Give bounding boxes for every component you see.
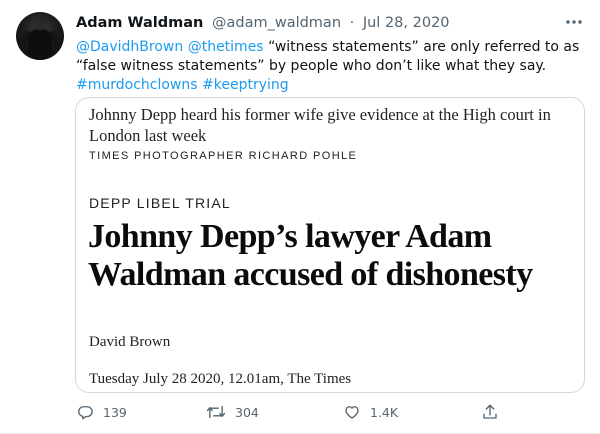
like-count: 1.4K [370, 404, 399, 420]
retweet-button[interactable]: 304 [206, 402, 259, 422]
card-dateline: Tuesday July 28 2020, 12.01am, The Times [89, 371, 352, 387]
more-options-icon[interactable] [563, 12, 585, 32]
article-card[interactable]: Johnny Depp heard his former wife give e… [75, 97, 585, 393]
card-photo-credit: TIMES PHOTOGRAPHER RICHARD POHLE [89, 150, 358, 162]
card-byline: David Brown [89, 334, 171, 350]
heart-icon [343, 403, 361, 421]
share-icon [481, 403, 499, 421]
card-kicker: DEPP LIBEL TRIAL [89, 195, 231, 211]
reply-icon [76, 403, 94, 421]
share-button[interactable] [481, 402, 499, 422]
retweet-count: 304 [235, 404, 259, 420]
meta-separator: · [349, 15, 355, 31]
reply-count: 139 [103, 404, 127, 420]
mention-link[interactable]: @DavidhBrown [76, 39, 183, 55]
card-headline: Johnny Depp’s lawyer Adam Waldman accuse… [88, 218, 533, 293]
like-button[interactable]: 1.4K [343, 402, 398, 422]
tweet-actions: 139 304 1.4K [0, 398, 600, 426]
mention-link[interactable]: @thetimes [188, 39, 264, 55]
tweet[interactable]: Adam Waldman @adam_waldman · Jul 28, 202… [0, 0, 600, 434]
hashtag-link[interactable]: #keeptrying [202, 77, 289, 93]
reply-button[interactable]: 139 [76, 402, 127, 422]
author-name[interactable]: Adam Waldman [76, 15, 203, 31]
author-handle[interactable]: @adam_waldman [212, 15, 341, 31]
tweet-header: Adam Waldman @adam_waldman · Jul 28, 202… [76, 14, 450, 33]
avatar-figure-body [28, 29, 52, 60]
tweet-date[interactable]: Jul 28, 2020 [363, 15, 450, 31]
hashtag-link[interactable]: #murdochclowns [76, 77, 198, 93]
card-photo-caption: Johnny Depp heard his former wife give e… [89, 105, 551, 145]
avatar-figure-head [35, 19, 45, 30]
tweet-text: @DavidhBrown @thetimes “witness statemen… [76, 38, 586, 95]
avatar[interactable] [16, 12, 64, 60]
retweet-icon [206, 403, 226, 421]
